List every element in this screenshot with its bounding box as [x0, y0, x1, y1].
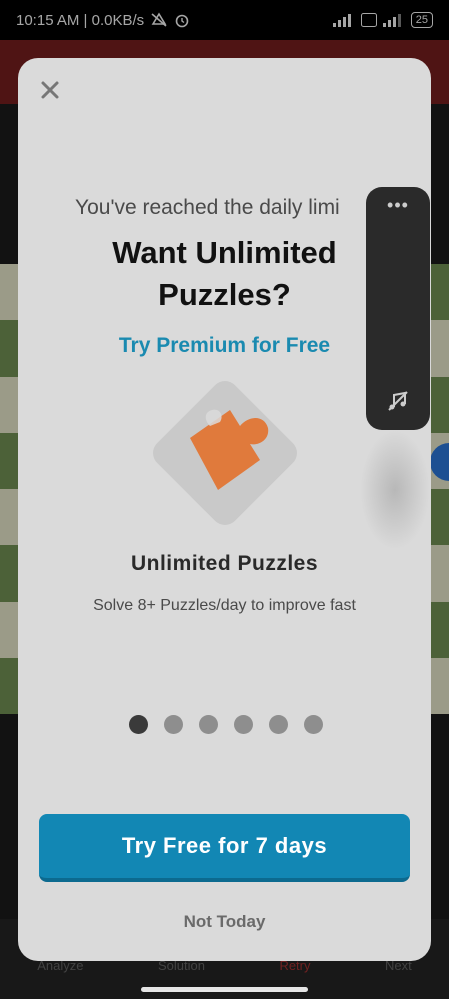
page-dot-4[interactable]: [234, 715, 253, 734]
page-dot-2[interactable]: [164, 715, 183, 734]
not-today-button[interactable]: Not Today: [18, 912, 431, 932]
screen: 10:15 AM | 0.0KB/s 25 Analyze Solution R…: [0, 0, 449, 999]
modal-headline: Want Unlimited Puzzles?: [112, 235, 337, 312]
feature-title: Unlimited Puzzles: [130, 552, 319, 575]
more-options-icon[interactable]: •••: [366, 195, 430, 216]
page-dot-5[interactable]: [269, 715, 288, 734]
close-button[interactable]: [38, 78, 62, 102]
floating-side-panel[interactable]: •••: [366, 187, 430, 430]
music-off-icon[interactable]: [386, 389, 410, 413]
feature-description: Solve 8+ Puzzles/day to improve fast: [93, 597, 356, 614]
page-dot-3[interactable]: [199, 715, 218, 734]
home-indicator[interactable]: [141, 987, 308, 992]
puzzle-piece-icon: [148, 376, 302, 530]
close-icon: [41, 81, 59, 99]
side-panel-shadow: [360, 430, 430, 550]
page-dot-1[interactable]: [129, 715, 148, 734]
page-dot-6[interactable]: [304, 715, 323, 734]
page-indicator: [129, 715, 323, 734]
try-free-button[interactable]: Try Free for 7 days: [39, 814, 410, 882]
